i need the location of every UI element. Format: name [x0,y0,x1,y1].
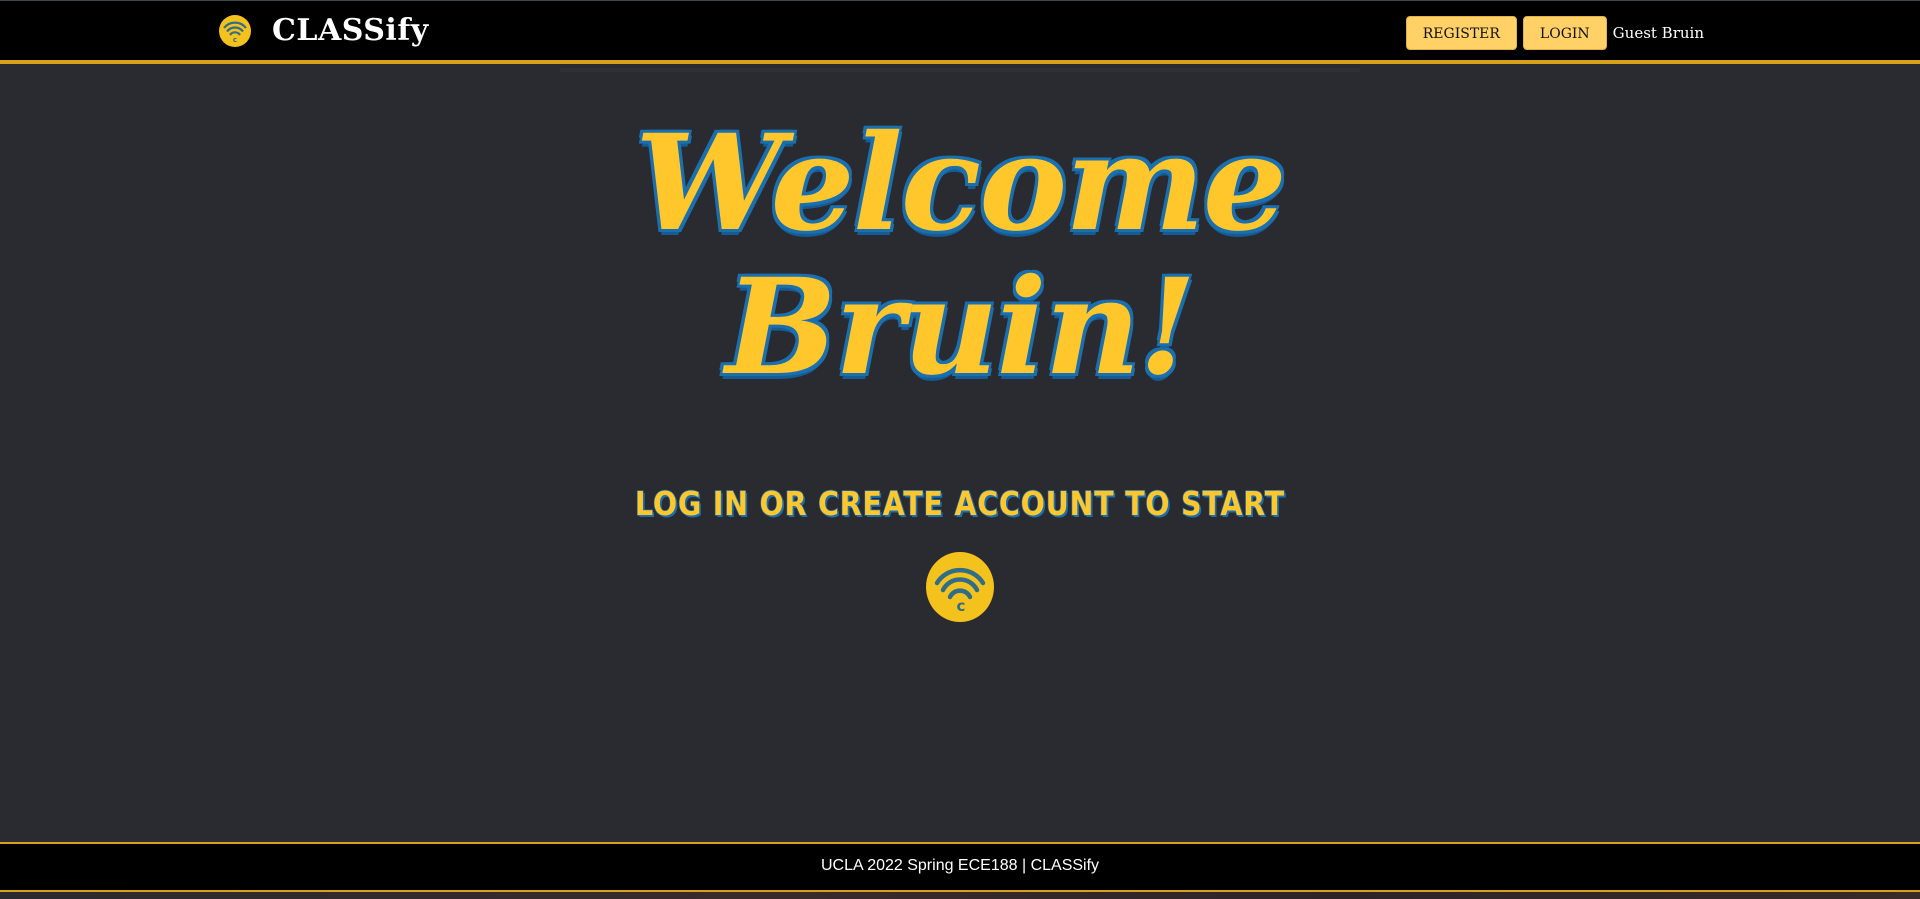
welcome-line-2: Bruin! [723,250,1198,405]
welcome-heading: Welcome Bruin! [0,106,1920,405]
page-footer: UCLA 2022 Spring ECE188 | CLASSify [0,842,1920,892]
svg-text:c: c [233,36,237,44]
footer-bottom-strip [0,892,1920,899]
content-top-band [560,68,1360,72]
app-title: CLASSify [272,13,429,48]
start-prompt-text: LOG IN OR CREATE ACCOUNT TO START [634,483,1285,524]
welcome-line-1: Welcome [633,106,1289,261]
header-nav: REGISTER LOGIN Guest Bruin [1400,16,1704,50]
login-button[interactable]: LOGIN [1522,16,1607,50]
register-button[interactable]: REGISTER [1405,16,1517,50]
svg-text:c: c [957,597,966,615]
classify-center-logo-icon: c [926,552,994,622]
brand-home-link[interactable]: c CLASSify [218,14,429,48]
current-user-label: Guest Bruin [1612,24,1704,42]
top-navbar: c CLASSify REGISTER LOGIN Guest Bruin [0,0,1920,64]
header-top-divider [0,0,1920,1]
footer-text: UCLA 2022 Spring ECE188 | CLASSify [820,857,1100,874]
classify-logo-icon: c [219,15,251,47]
